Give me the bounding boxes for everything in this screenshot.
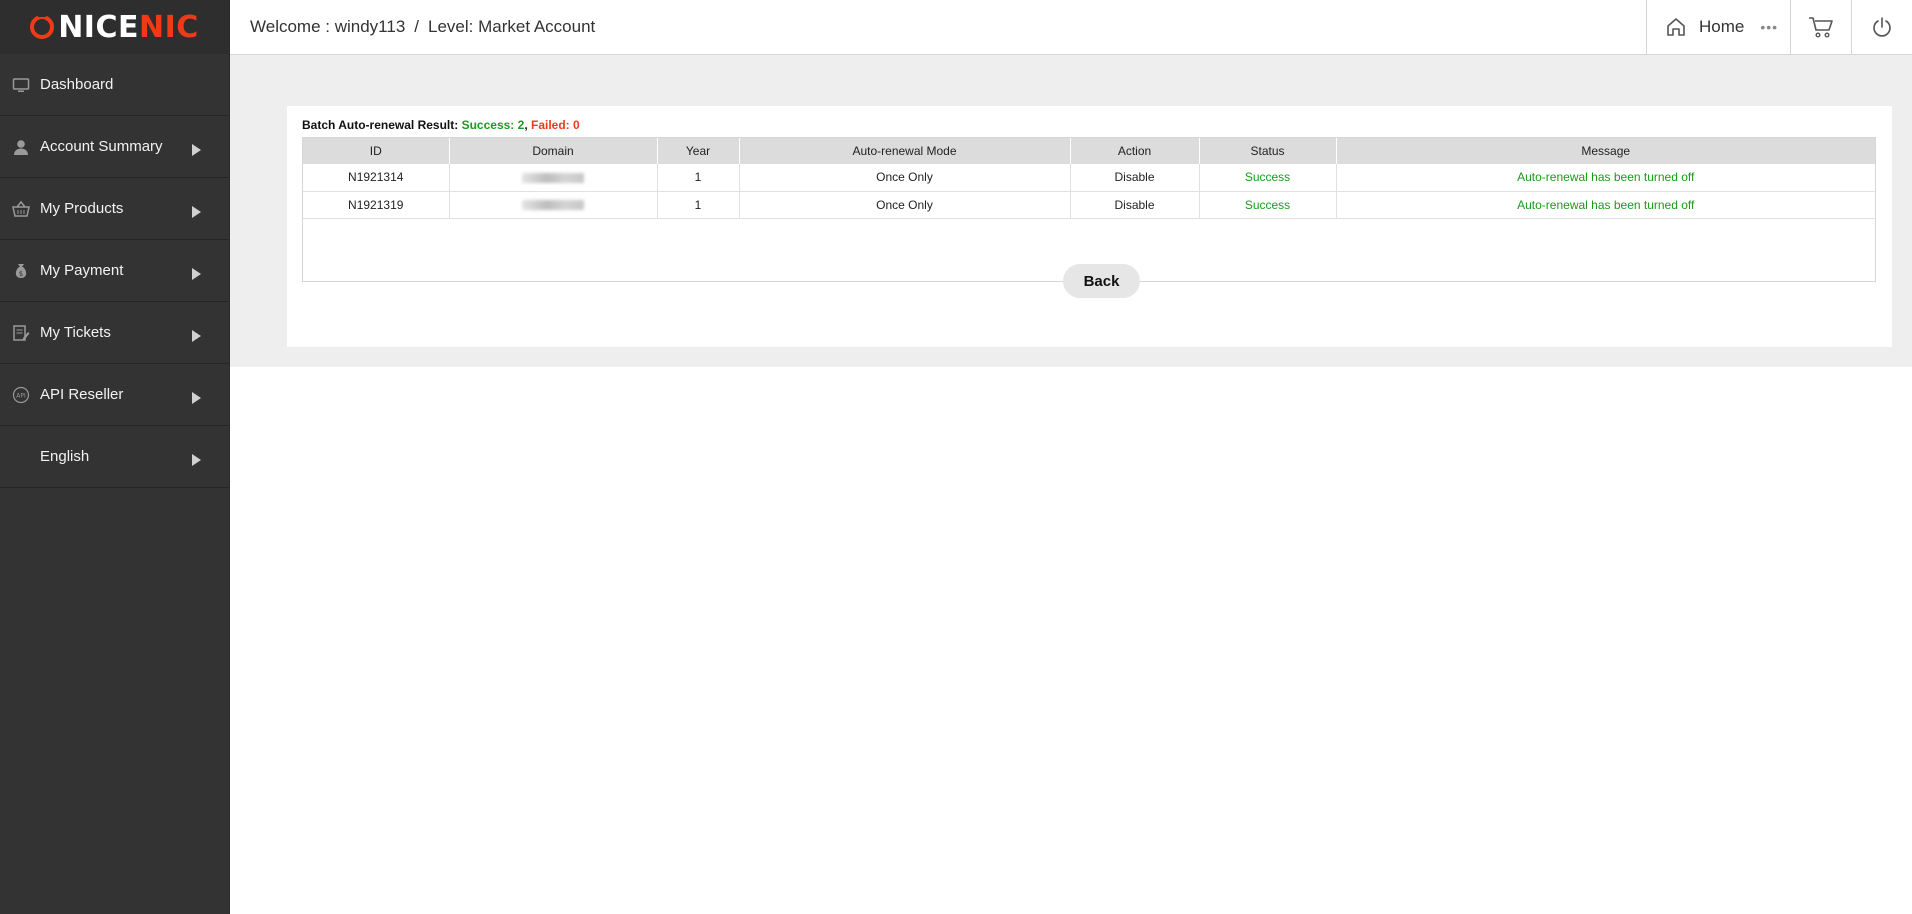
- money-bag-icon: $: [12, 262, 30, 280]
- sidebar-item-dashboard[interactable]: Dashboard: [0, 54, 229, 116]
- column-header-domain: Domain: [449, 138, 658, 164]
- result-comma: ,: [524, 118, 528, 132]
- failed-count: Failed: 0: [531, 118, 580, 132]
- table-header-row: ID Domain Year Auto-renewal Mode Action …: [303, 138, 1875, 164]
- result-title-label: Batch Auto-renewal Result:: [302, 118, 459, 132]
- welcome-separator: /: [414, 17, 420, 36]
- cell-status: Success: [1199, 191, 1337, 219]
- nicenic-logo[interactable]: NICENIC: [0, 0, 229, 54]
- user-icon: [12, 138, 30, 156]
- logo-text-white: NICE: [58, 9, 139, 45]
- power-icon: [1873, 17, 1891, 37]
- expand-arrow-icon: [192, 268, 201, 280]
- logo-power-icon: [30, 11, 55, 39]
- welcome-user: Welcome : windy113: [250, 17, 406, 36]
- ticket-edit-icon: [12, 324, 30, 342]
- expand-arrow-icon: [192, 454, 201, 466]
- expand-arrow-icon: [192, 144, 201, 156]
- success-count: Success: 2: [461, 118, 525, 132]
- welcome-text: Welcome : windy113 / Level: Market Account: [250, 17, 595, 37]
- basket-icon: [12, 200, 30, 218]
- cart-icon: [1809, 17, 1833, 38]
- sidebar-item-label: My Products: [40, 200, 124, 217]
- sidebar-item-my-payment[interactable]: $ My Payment: [0, 240, 229, 302]
- cell-action: Disable: [1070, 164, 1200, 192]
- monitor-icon: [12, 76, 30, 94]
- home-icon: [1667, 18, 1685, 36]
- sidebar-item-label: My Payment: [40, 262, 124, 279]
- sidebar-item-label: My Tickets: [40, 324, 111, 341]
- sidebar-item-label: API Reseller: [40, 386, 124, 403]
- cell-domain: [449, 164, 658, 192]
- column-header-message: Message: [1336, 138, 1875, 164]
- sidebar: NICENIC Dashboard Account Summary My Pro…: [0, 0, 230, 914]
- more-dots-icon[interactable]: •••: [1760, 19, 1778, 35]
- home-label: Home: [1699, 17, 1745, 36]
- header-actions: Home •••: [1646, 0, 1912, 54]
- svg-text:API: API: [16, 392, 26, 399]
- redacted-domain: [522, 200, 584, 211]
- home-link[interactable]: Home •••: [1646, 0, 1790, 54]
- account-level: Level: Market Account: [428, 17, 596, 36]
- back-button[interactable]: Back: [1063, 264, 1140, 298]
- result-panel: Batch Auto-renewal Result: Success: 2, F…: [287, 106, 1892, 347]
- sidebar-item-language[interactable]: English: [0, 426, 229, 488]
- logo-text-red: NIC: [138, 9, 199, 45]
- expand-arrow-icon: [192, 392, 201, 404]
- table-row: N1921314 1 Once Only Disable Success Aut…: [303, 164, 1875, 192]
- table-row: N1921319 1 Once Only Disable Success Aut…: [303, 191, 1875, 219]
- sidebar-item-my-products[interactable]: My Products: [0, 178, 229, 240]
- sidebar-item-label: Account Summary: [40, 138, 163, 155]
- sidebar-item-account-summary[interactable]: Account Summary: [0, 116, 229, 178]
- cell-id: N1921314: [303, 164, 450, 192]
- cell-status: Success: [1199, 164, 1337, 192]
- column-header-year: Year: [657, 138, 740, 164]
- cell-message: Auto-renewal has been turned off: [1336, 191, 1875, 219]
- column-header-id: ID: [303, 138, 450, 164]
- api-icon: API: [12, 386, 30, 404]
- sidebar-item-api-reseller[interactable]: API API Reseller: [0, 364, 229, 426]
- cell-year: 1: [657, 164, 740, 192]
- result-table-wrapper: ID Domain Year Auto-renewal Mode Action …: [302, 137, 1876, 298]
- result-table: ID Domain Year Auto-renewal Mode Action …: [303, 138, 1875, 219]
- logout-button[interactable]: [1851, 0, 1912, 54]
- expand-arrow-icon: [192, 206, 201, 218]
- cell-mode: Once Only: [739, 191, 1071, 219]
- cell-year: 1: [657, 191, 740, 219]
- cell-mode: Once Only: [739, 164, 1071, 192]
- sidebar-item-label: Dashboard: [40, 76, 114, 93]
- cell-action: Disable: [1070, 191, 1200, 219]
- redacted-domain: [522, 173, 584, 184]
- column-header-status: Status: [1199, 138, 1337, 164]
- sidebar-item-my-tickets[interactable]: My Tickets: [0, 302, 229, 364]
- cell-id: N1921319: [303, 191, 450, 219]
- cell-message: Auto-renewal has been turned off: [1336, 164, 1875, 192]
- sidebar-menu: Dashboard Account Summary My Products $ …: [0, 54, 229, 488]
- svg-text:$: $: [19, 270, 23, 278]
- sidebar-item-label: English: [40, 448, 90, 465]
- result-title: Batch Auto-renewal Result: Success: 2, F…: [302, 118, 580, 132]
- column-header-mode: Auto-renewal Mode: [739, 138, 1071, 164]
- expand-arrow-icon: [192, 330, 201, 342]
- cart-button[interactable]: [1790, 0, 1851, 54]
- cell-domain: [449, 191, 658, 219]
- column-header-action: Action: [1070, 138, 1200, 164]
- top-header: Welcome : windy113 / Level: Market Account…: [230, 0, 1912, 55]
